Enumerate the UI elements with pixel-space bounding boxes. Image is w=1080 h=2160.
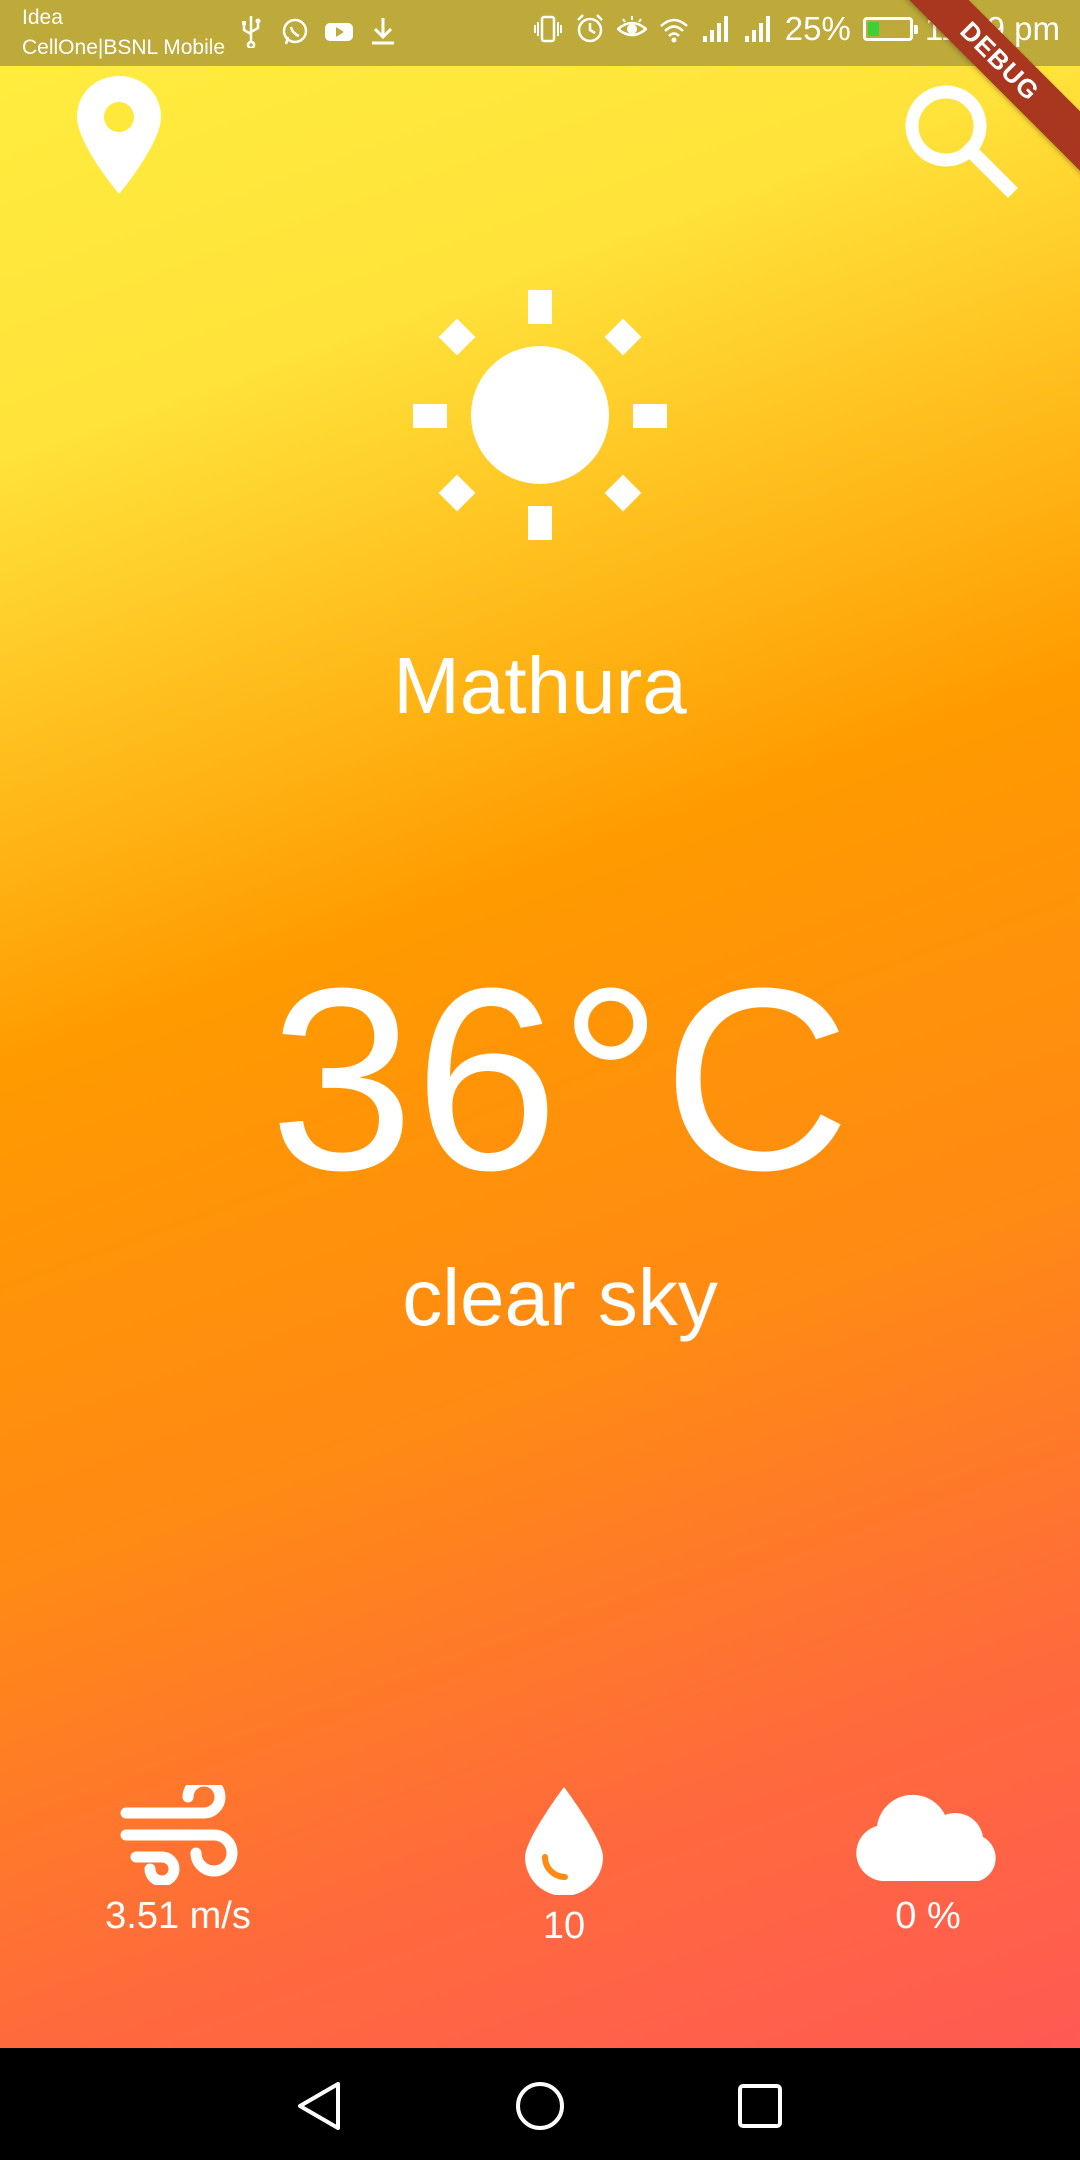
wind-stat: 3.51 m/s xyxy=(28,1785,328,1938)
signal-icon xyxy=(702,16,728,42)
city-name: Mathura xyxy=(393,641,687,730)
temperature: 36°C xyxy=(269,935,851,1225)
humidity-value: 10 xyxy=(542,1905,586,1947)
home-circle-icon[interactable] xyxy=(510,2076,570,2136)
carrier-primary: Idea xyxy=(22,6,63,29)
cloudiness-stat: 0 % xyxy=(778,1785,1078,1938)
back-triangle-icon[interactable] xyxy=(290,2076,350,2136)
search-icon[interactable] xyxy=(900,80,1018,198)
status-bar: Idea CellOne|BSNL Mobile 25% xyxy=(0,0,1080,66)
weather-condition: clear sky xyxy=(402,1253,718,1342)
wifi-icon xyxy=(659,18,688,43)
humidity-stat: 10 xyxy=(414,1785,714,1948)
weather-screen: Idea CellOne|BSNL Mobile 25% DEBUG Mathu… xyxy=(0,0,1080,2160)
notification-icons xyxy=(236,14,398,48)
battery-level-fill xyxy=(867,22,879,36)
alarm-icon xyxy=(576,14,603,43)
signal-icon xyxy=(744,16,770,42)
recent-square-icon[interactable] xyxy=(730,2076,790,2136)
wind-speed-value: 3.51 m/s xyxy=(105,1895,251,1937)
water-drop-icon xyxy=(525,1787,603,1895)
carrier-secondary: CellOne|BSNL Mobile xyxy=(22,36,226,59)
wind-icon xyxy=(120,1785,238,1885)
vibrate-icon xyxy=(533,15,562,43)
usb-icon xyxy=(242,16,261,48)
location-pin-icon[interactable] xyxy=(74,74,164,196)
battery-percent: 25% xyxy=(784,10,851,47)
sun-icon xyxy=(413,290,667,540)
eye-icon xyxy=(616,16,647,37)
youtube-icon xyxy=(325,23,353,41)
whatsapp-icon xyxy=(282,18,308,45)
cloud-icon xyxy=(856,1794,996,1881)
navigation-bar xyxy=(0,2048,1080,2160)
download-icon xyxy=(372,18,394,45)
cloudiness-value: 0 % xyxy=(895,1895,961,1937)
battery-charging-icon xyxy=(862,17,918,41)
